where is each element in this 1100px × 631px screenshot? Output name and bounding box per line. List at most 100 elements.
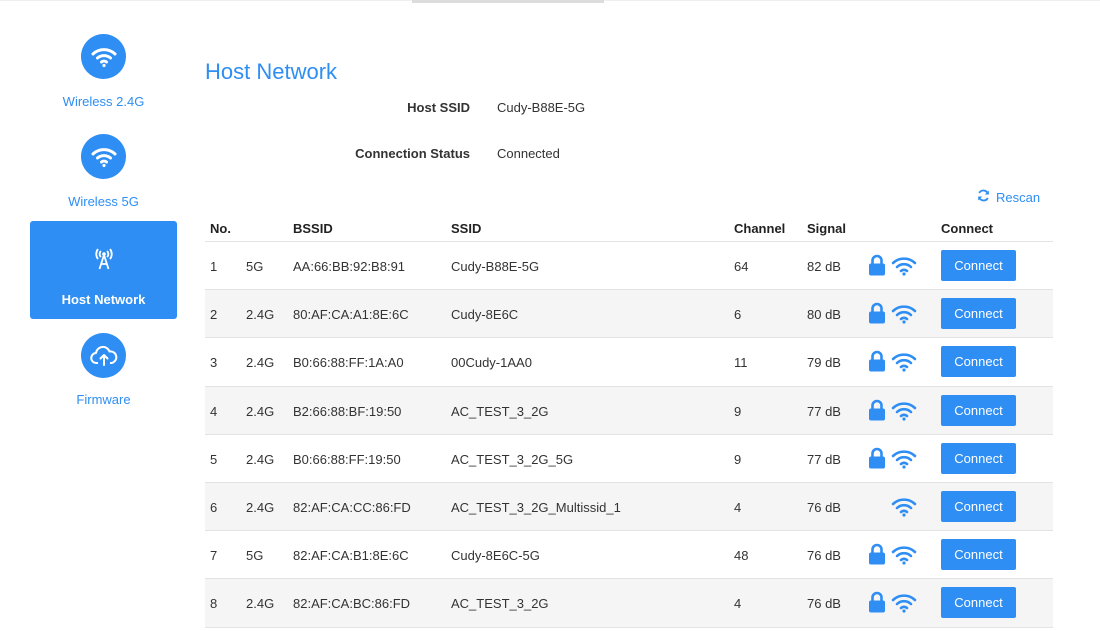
table-header: No. BSSID SSID Channel Signal Connect (205, 212, 1053, 242)
row-bssid: 82:AF:CA:B1:8E:6C (293, 548, 409, 564)
row-bssid: 82:AF:CA:CC:86:FD (293, 499, 411, 515)
signal-strength-icon (891, 544, 917, 570)
lock-icon (868, 254, 886, 281)
row-number: 4 (210, 403, 218, 419)
lock-icon (868, 399, 886, 426)
table-row: 1 5G AA:66:BB:92:B8:91 Cudy-B88E-5G 64 8… (205, 242, 1053, 291)
wifi-icon (81, 134, 126, 179)
row-number: 1 (210, 259, 218, 274)
rescan-label: Rescan (996, 189, 1041, 205)
connect-button[interactable]: Connect (941, 298, 1016, 330)
cloud-upload-icon (81, 333, 126, 378)
row-band: 2.4G (246, 451, 275, 467)
lock-icon (868, 591, 886, 618)
sidebar-item-label: Host Network (61, 292, 146, 307)
row-signal: 80 dB (807, 307, 841, 323)
row-ssid: AC_TEST_3_2G (451, 596, 549, 612)
host-ssid-label: Host SSID (407, 100, 470, 115)
connect-button[interactable]: Connect (941, 587, 1016, 619)
row-band: 5G (246, 259, 264, 274)
top-tab-indicator[interactable] (412, 0, 604, 3)
row-channel: 4 (734, 596, 742, 612)
sidebar-item-wireless-5g[interactable]: Wireless 5G (30, 122, 177, 220)
signal-strength-icon (891, 400, 917, 426)
row-bssid: 80:AF:CA:A1:8E:6C (293, 307, 409, 323)
row-band: 2.4G (246, 499, 275, 515)
table-row: 4 2.4G B2:66:88:BF:19:50 AC_TEST_3_2G 9 … (205, 386, 1053, 435)
row-signal: 82 dB (807, 259, 841, 274)
lock-icon (868, 543, 886, 570)
row-number: 6 (210, 499, 218, 515)
row-band: 2.4G (246, 596, 275, 612)
row-band: 2.4G (246, 307, 275, 323)
signal-strength-icon (891, 496, 917, 522)
column-header-channel: Channel (734, 221, 786, 236)
row-ssid: Cudy-8E6C-5G (451, 548, 540, 564)
row-ssid: AC_TEST_3_2G_5G (451, 451, 574, 467)
row-ssid: Cudy-8E6C (451, 307, 519, 323)
signal-strength-icon (891, 255, 917, 281)
row-band: 2.4G (246, 355, 275, 371)
connect-button[interactable]: Connect (941, 490, 1016, 522)
signal-strength-icon (891, 351, 917, 377)
table-row: 5 2.4G B0:66:88:FF:19:50 AC_TEST_3_2G_5G… (205, 435, 1053, 483)
column-header-bssid: BSSID (293, 221, 333, 236)
row-band: 5G (246, 548, 264, 564)
row-number: 8 (210, 596, 218, 612)
table-row: 6 2.4G 82:AF:CA:CC:86:FD AC_TEST_3_2G_Mu… (205, 482, 1053, 532)
table-row: 2 2.4G 80:AF:CA:A1:8E:6C Cudy-8E6C 6 80 … (205, 290, 1053, 339)
table-row: 7 5G 82:AF:CA:B1:8E:6C Cudy-8E6C-5G 48 7… (205, 531, 1053, 580)
lock-icon (868, 447, 886, 474)
row-ssid: AC_TEST_3_2G_Multissid_1 (451, 499, 621, 515)
connection-status-label: Connection Status (355, 146, 470, 161)
sidebar-item-host-network[interactable]: Host Network (30, 221, 177, 319)
row-band: 2.4G (246, 403, 275, 419)
row-bssid: B0:66:88:FF:19:50 (293, 451, 401, 467)
signal-strength-icon (891, 592, 917, 618)
row-signal: 77 dB (807, 403, 841, 419)
row-channel: 4 (734, 499, 742, 515)
row-number: 5 (210, 451, 218, 467)
signal-strength-icon (891, 448, 917, 474)
connect-button[interactable]: Connect (941, 394, 1016, 426)
sidebar-item-label: Firmware (76, 392, 131, 407)
connect-button[interactable]: Connect (941, 250, 1016, 281)
lock-icon (868, 302, 886, 329)
column-header-ssid: SSID (451, 221, 482, 236)
refresh-icon (977, 189, 990, 205)
connect-button[interactable]: Connect (941, 346, 1016, 378)
row-signal: 76 dB (807, 548, 841, 564)
row-ssid: AC_TEST_3_2G (451, 403, 549, 419)
connect-button[interactable]: Connect (941, 539, 1016, 571)
network-table: No. BSSID SSID Channel Signal Connect 1 … (205, 212, 1053, 628)
host-ssid-value: Cudy-B88E-5G (497, 100, 586, 115)
column-header-no: No. (210, 221, 231, 236)
row-number: 2 (210, 307, 218, 323)
row-ssid: Cudy-B88E-5G (451, 259, 540, 274)
table-body: 1 5G AA:66:BB:92:B8:91 Cudy-B88E-5G 64 8… (205, 242, 1053, 628)
lock-icon (868, 350, 886, 377)
row-number: 3 (210, 355, 218, 371)
row-channel: 9 (734, 403, 742, 419)
row-number: 7 (210, 548, 218, 564)
column-header-signal: Signal (807, 221, 847, 236)
row-bssid: AA:66:BB:92:B8:91 (293, 259, 406, 274)
signal-strength-icon (891, 303, 917, 329)
sidebar-item-wireless-2-4g[interactable]: Wireless 2.4G (30, 22, 177, 120)
row-ssid: 00Cudy-1AA0 (451, 355, 532, 371)
row-channel: 11 (734, 355, 748, 371)
connect-button[interactable]: Connect (941, 442, 1016, 474)
connection-status-value: Connected (497, 146, 560, 161)
sidebar-item-label: Wireless 2.4G (62, 94, 145, 109)
row-signal: 76 dB (807, 499, 841, 515)
row-signal: 77 dB (807, 451, 841, 467)
row-bssid: B0:66:88:FF:1A:A0 (293, 355, 404, 371)
sidebar-item-label: Wireless 5G (68, 194, 139, 209)
row-signal: 76 dB (807, 596, 841, 612)
rescan-button[interactable]: Rescan (977, 189, 1040, 205)
row-bssid: B2:66:88:BF:19:50 (293, 403, 402, 419)
row-signal: 79 dB (807, 355, 841, 371)
row-channel: 64 (734, 259, 749, 274)
column-header-connect: Connect (941, 221, 993, 236)
sidebar-item-firmware[interactable]: Firmware (30, 321, 177, 419)
